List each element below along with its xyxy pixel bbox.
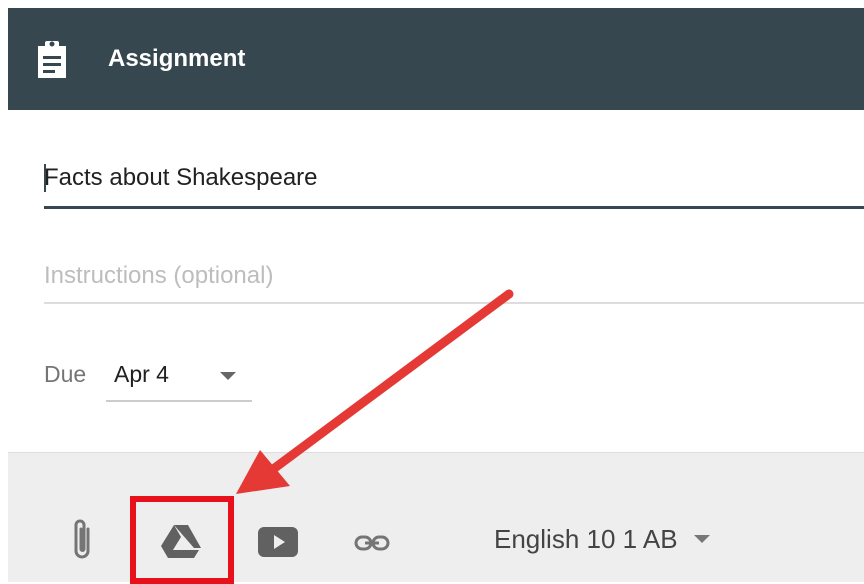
assignment-header: Assignment xyxy=(8,8,864,110)
course-label: English 10 1 AB xyxy=(494,523,678,554)
instructions-input[interactable] xyxy=(44,254,854,298)
due-date-value: Apr 4 xyxy=(114,361,169,387)
link-icon[interactable] xyxy=(354,533,390,558)
paperclip-icon[interactable] xyxy=(70,515,98,568)
due-label: Due xyxy=(44,361,87,387)
chevron-down-icon xyxy=(220,372,236,380)
chevron-down-icon xyxy=(693,535,710,543)
course-dropdown[interactable]: English 10 1 AB xyxy=(494,519,710,559)
due-date-dropdown[interactable]: Apr 4 xyxy=(106,354,252,402)
drive-highlight-box xyxy=(130,496,234,584)
page-title: Assignment xyxy=(108,45,246,72)
assignment-title-input[interactable] xyxy=(44,156,854,200)
instructions-field[interactable] xyxy=(44,250,864,304)
youtube-icon[interactable] xyxy=(258,527,298,562)
assignment-title-field[interactable] xyxy=(44,150,864,209)
clipboard-icon xyxy=(32,36,72,82)
